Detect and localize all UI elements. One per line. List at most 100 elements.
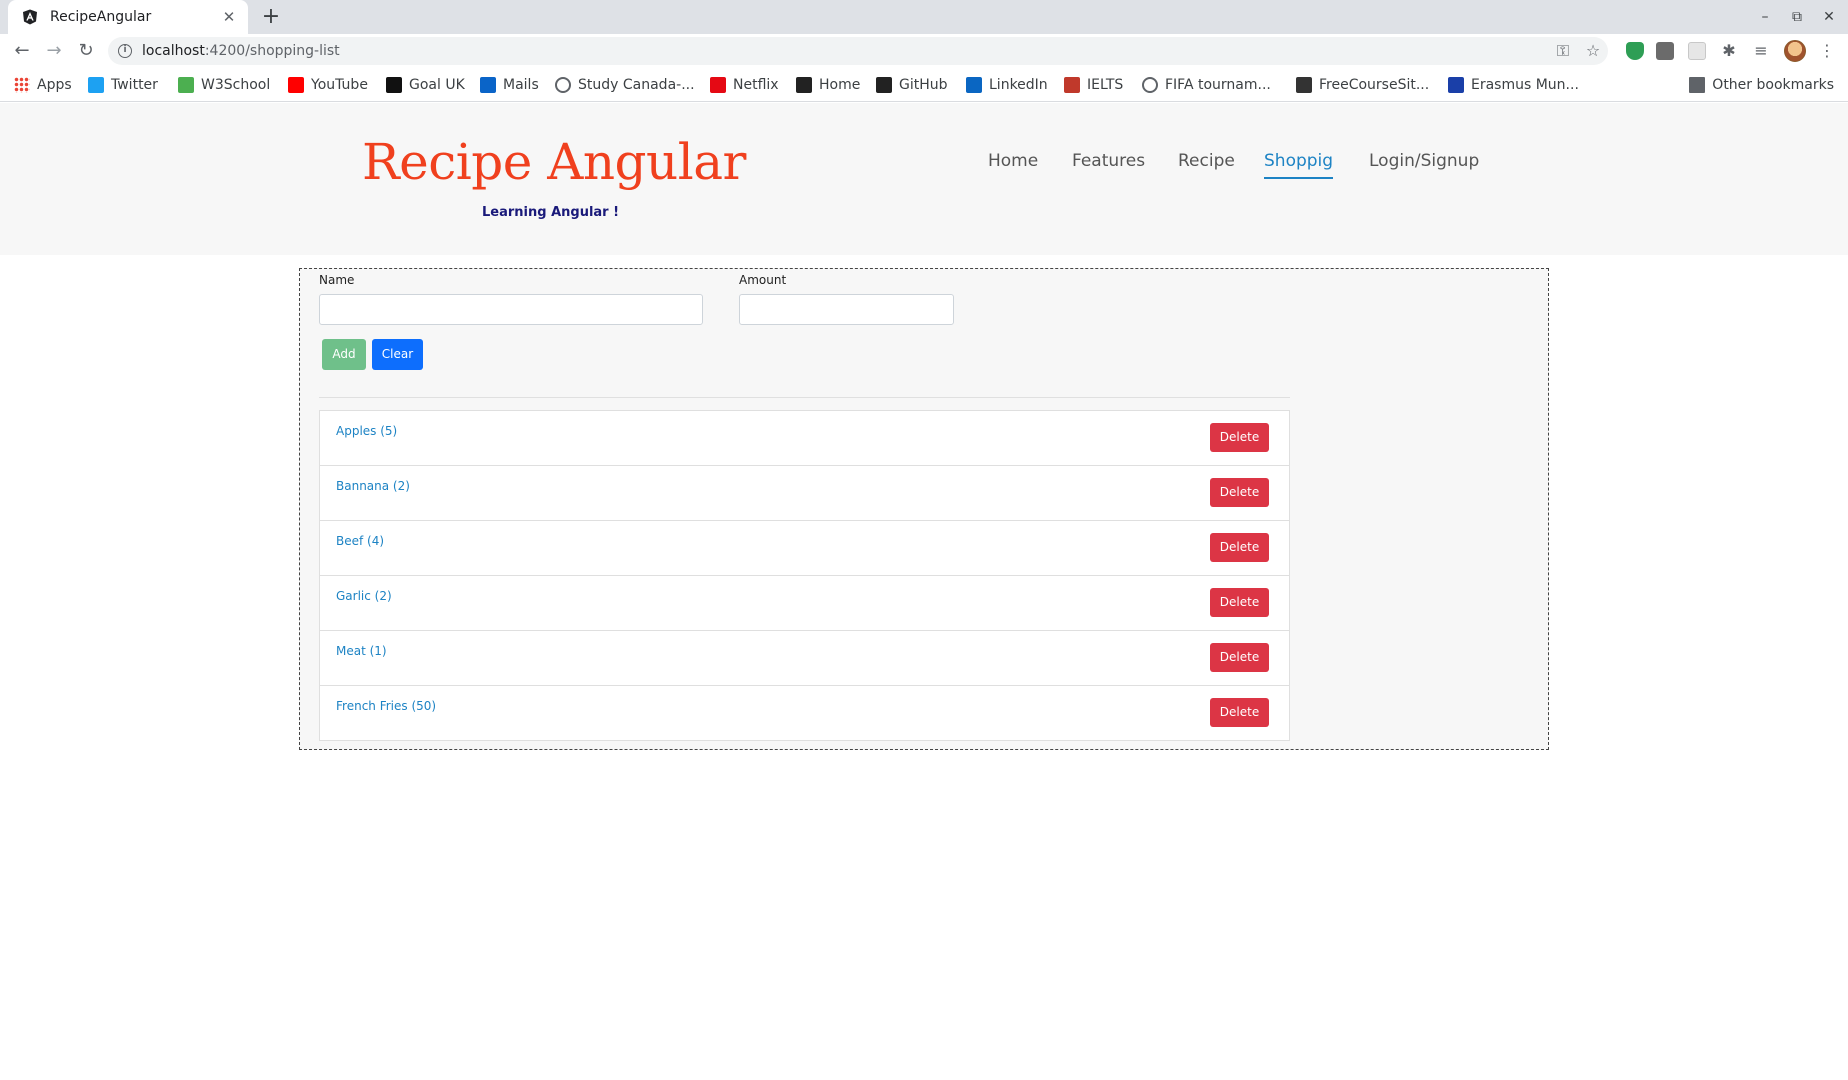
site-header: Recipe Angular Learning Angular ! Home F… bbox=[0, 103, 1848, 255]
browser-tab[interactable]: RecipeAngular ✕ bbox=[8, 0, 248, 34]
bookmark-ielts[interactable]: IELTS bbox=[1064, 75, 1123, 95]
globe-icon bbox=[1142, 77, 1158, 93]
bookmark-home-c[interactable]: Home bbox=[796, 75, 860, 95]
bookmark-netflix[interactable]: Netflix bbox=[710, 75, 779, 95]
angular-favicon-icon bbox=[23, 9, 37, 25]
list-item[interactable]: Meat (1) Delete bbox=[319, 630, 1290, 686]
goal-icon bbox=[386, 77, 402, 93]
form-divider bbox=[319, 397, 1290, 398]
delete-button[interactable]: Delete bbox=[1210, 423, 1269, 452]
netflix-icon bbox=[710, 77, 726, 93]
bookmark-goal[interactable]: Goal UK bbox=[386, 75, 465, 95]
list-item[interactable]: Garlic (2) Delete bbox=[319, 575, 1290, 631]
outlook-icon bbox=[480, 77, 496, 93]
youtube-icon bbox=[288, 77, 304, 93]
nav-home[interactable]: Home bbox=[988, 151, 1038, 171]
item-name[interactable]: French Fries (50) bbox=[336, 699, 436, 713]
new-tab-button[interactable]: + bbox=[258, 4, 284, 30]
bookmark-erasmus[interactable]: Erasmus Mun... bbox=[1448, 75, 1579, 95]
bookmark-label: Study Canada-... bbox=[578, 77, 695, 93]
bookmark-label: Netflix bbox=[733, 77, 779, 93]
item-name[interactable]: Garlic (2) bbox=[336, 589, 392, 603]
reading-list-icon[interactable]: ≡ bbox=[1748, 38, 1774, 64]
reload-icon[interactable]: ↻ bbox=[72, 38, 100, 64]
bookmark-freecourse[interactable]: FreeCourseSit... bbox=[1296, 75, 1429, 95]
bookmark-w3school[interactable]: W3School bbox=[178, 75, 270, 95]
list-item[interactable]: French Fries (50) Delete bbox=[319, 685, 1290, 741]
bookmark-label: W3School bbox=[201, 77, 271, 93]
shopping-list-panel: Name Amount Add Clear Apples (5) Delete … bbox=[299, 268, 1549, 750]
menu-kebab-icon[interactable]: ⋮ bbox=[1814, 38, 1840, 64]
ielts-icon bbox=[1064, 77, 1080, 93]
bookmark-label: Mails bbox=[503, 77, 539, 93]
bookmark-globe[interactable]: FIFA tournam... bbox=[1142, 75, 1271, 95]
other-bookmarks[interactable]: Other bookmarks bbox=[1689, 75, 1834, 95]
add-button[interactable]: Add bbox=[322, 339, 366, 370]
minimize-icon[interactable]: – bbox=[1750, 6, 1780, 28]
restore-icon[interactable]: ⧉ bbox=[1782, 6, 1812, 28]
home-c-icon bbox=[796, 77, 812, 93]
delete-button[interactable]: Delete bbox=[1210, 643, 1269, 672]
linkedin-icon bbox=[966, 77, 982, 93]
browser-tab-strip: RecipeAngular ✕ + – ⧉ ✕ bbox=[0, 0, 1848, 34]
bookmark-label: YouTube bbox=[311, 77, 368, 93]
nav-recipe[interactable]: Recipe bbox=[1178, 151, 1235, 171]
address-bar[interactable]: i localhost:4200/shopping-list bbox=[108, 37, 1608, 65]
amount-label: Amount bbox=[739, 273, 787, 287]
url-host: localhost bbox=[142, 43, 205, 59]
nav-features[interactable]: Features bbox=[1072, 151, 1145, 171]
list-item[interactable]: Bannana (2) Delete bbox=[319, 465, 1290, 521]
delete-button[interactable]: Delete bbox=[1210, 698, 1269, 727]
bookmark-label: Erasmus Mun... bbox=[1471, 77, 1579, 93]
grid-extension-icon[interactable] bbox=[1688, 42, 1706, 60]
other-bookmarks-label: Other bookmarks bbox=[1712, 77, 1834, 93]
tab-close-icon[interactable]: ✕ bbox=[220, 8, 238, 26]
bookmark-youtube[interactable]: YouTube bbox=[288, 75, 368, 95]
freecourse-icon bbox=[1296, 77, 1312, 93]
delete-button[interactable]: Delete bbox=[1210, 478, 1269, 507]
profile-avatar[interactable] bbox=[1784, 40, 1806, 62]
bookmark-outlook[interactable]: Mails bbox=[480, 75, 539, 95]
forward-arrow-icon[interactable]: → bbox=[40, 38, 68, 64]
font-extension-icon[interactable] bbox=[1656, 42, 1674, 60]
item-name[interactable]: Bannana (2) bbox=[336, 479, 410, 493]
tab-title: RecipeAngular bbox=[50, 9, 152, 25]
browser-toolbar: ← → ↻ i localhost:4200/shopping-list ⚿ ☆… bbox=[0, 34, 1848, 68]
name-input[interactable] bbox=[319, 294, 703, 325]
erasmus-icon bbox=[1448, 77, 1464, 93]
close-window-icon[interactable]: ✕ bbox=[1814, 6, 1844, 28]
item-name[interactable]: Apples (5) bbox=[336, 424, 397, 438]
bookmark-linkedin[interactable]: LinkedIn bbox=[966, 75, 1048, 95]
list-item[interactable]: Apples (5) Delete bbox=[319, 410, 1290, 466]
clear-button[interactable]: Clear bbox=[372, 339, 423, 370]
bookmarks-bar: Other bookmarks Apps Twitter W3School YouTu… bbox=[0, 68, 1848, 102]
item-name[interactable]: Beef (4) bbox=[336, 534, 384, 548]
brand-title[interactable]: Recipe Angular bbox=[362, 133, 746, 191]
bookmark-label: GitHub bbox=[899, 77, 948, 93]
bookmark-star-icon[interactable]: ☆ bbox=[1580, 38, 1606, 64]
extensions-puzzle-icon[interactable]: ✱ bbox=[1716, 38, 1742, 64]
bookmark-label: FIFA tournam... bbox=[1165, 77, 1271, 93]
bookmark-twitter[interactable]: Twitter bbox=[88, 75, 158, 95]
github-icon bbox=[876, 77, 892, 93]
site-info-icon[interactable]: i bbox=[118, 44, 132, 58]
amount-input[interactable] bbox=[739, 294, 954, 325]
nav-shopping[interactable]: Shoppig bbox=[1264, 151, 1334, 179]
bookmark-github[interactable]: GitHub bbox=[876, 75, 948, 95]
bookmark-label: LinkedIn bbox=[989, 77, 1048, 93]
bookmark-label: FreeCourseSit... bbox=[1319, 77, 1430, 93]
w3school-icon bbox=[178, 77, 194, 93]
shield-extension-icon[interactable] bbox=[1626, 42, 1644, 60]
name-label: Name bbox=[319, 273, 355, 287]
bookmark-apps-grid[interactable]: Apps bbox=[14, 75, 72, 95]
key-icon[interactable]: ⚿ bbox=[1550, 38, 1576, 64]
nav-login-signup[interactable]: Login/Signup bbox=[1369, 151, 1479, 171]
list-item[interactable]: Beef (4) Delete bbox=[319, 520, 1290, 576]
delete-button[interactable]: Delete bbox=[1210, 533, 1269, 562]
item-name[interactable]: Meat (1) bbox=[336, 644, 387, 658]
folder-icon bbox=[1689, 77, 1706, 93]
back-arrow-icon[interactable]: ← bbox=[8, 38, 36, 64]
bookmark-globe[interactable]: Study Canada-... bbox=[555, 75, 695, 95]
twitter-icon bbox=[88, 77, 104, 93]
delete-button[interactable]: Delete bbox=[1210, 588, 1269, 617]
